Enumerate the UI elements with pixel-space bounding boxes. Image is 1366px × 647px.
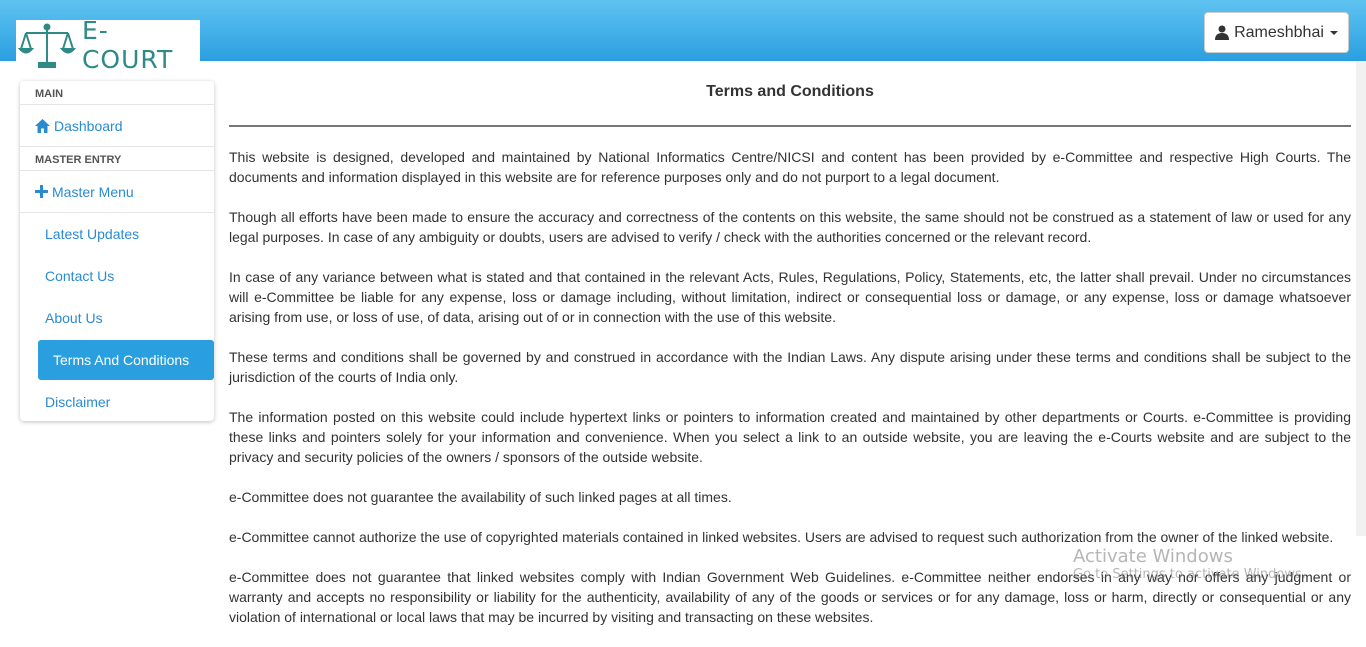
user-icon	[1215, 25, 1230, 40]
terms-paragraph: In case of any variance between what is …	[229, 269, 1351, 325]
sidebar-item-about-us[interactable]: About Us	[20, 297, 214, 339]
logo-text: E-COURT	[81, 16, 174, 74]
user-menu-button[interactable]: Rameshbhai	[1204, 12, 1349, 53]
sidebar-item-latest-updates[interactable]: Latest Updates	[20, 213, 214, 255]
watermark-title: Activate Windows	[1073, 546, 1233, 567]
top-navbar: E-COURT Rameshbhai	[0, 0, 1366, 74]
terms-paragraph: Though all efforts have been made to ens…	[229, 209, 1351, 245]
terms-paragraph: These terms and conditions shall be gove…	[229, 349, 1351, 385]
sidebar-item-contact-us[interactable]: Contact Us	[20, 255, 214, 297]
activate-windows-watermark: Activate Windows Go to Settings to activ…	[1073, 546, 1306, 582]
terms-paragraph: This website is designed, developed and …	[229, 149, 1351, 185]
title-divider	[229, 125, 1351, 127]
sidebar-item-label: Dashboard	[54, 117, 123, 134]
page-title: Terms and Conditions	[706, 83, 874, 100]
sidebar-item-label: Master Menu	[52, 183, 134, 200]
sidebar-item-terms-and-conditions[interactable]: Terms And Conditions	[38, 340, 214, 380]
watermark-subtitle: Go to Settings to activate Windows.	[1073, 567, 1306, 582]
sidebar: MAIN Dashboard MASTER ENTRY Master Menu …	[20, 81, 214, 421]
user-name: Rameshbhai	[1234, 23, 1324, 41]
sidebar-section-master-entry: MASTER ENTRY	[20, 147, 214, 171]
plus-icon	[35, 185, 48, 198]
chevron-down-icon	[1329, 30, 1338, 35]
home-icon	[35, 118, 50, 133]
sidebar-item-master-menu[interactable]: Master Menu	[20, 171, 214, 213]
sidebar-item-disclaimer[interactable]: Disclaimer	[20, 381, 214, 423]
terms-paragraph: e-Committee does not guarantee the avail…	[229, 489, 732, 505]
ecourt-logo[interactable]: E-COURT	[16, 16, 200, 74]
page-scrollbar[interactable]	[1356, 61, 1366, 536]
sidebar-item-dashboard[interactable]: Dashboard	[20, 105, 214, 147]
terms-paragraph: The information posted on this website c…	[229, 409, 1351, 465]
terms-paragraph: e-Committee cannot authorize the use of …	[229, 529, 1334, 545]
scales-of-justice-icon	[18, 23, 76, 68]
sidebar-section-main: MAIN	[20, 81, 214, 105]
